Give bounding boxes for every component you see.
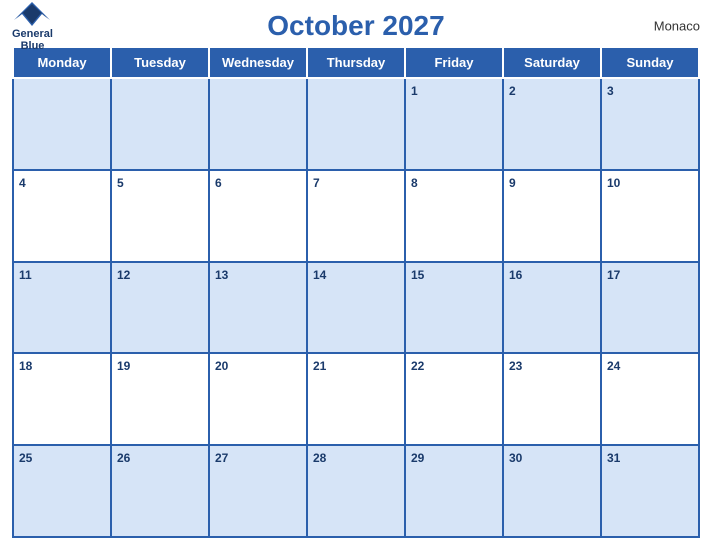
day-number: 15 [411,268,424,282]
calendar-day-cell: 15 [405,262,503,354]
calendar-table: Monday Tuesday Wednesday Thursday Friday… [12,46,700,538]
calendar-day-cell: 1 [405,78,503,170]
day-number: 3 [607,84,614,98]
day-number: 16 [509,268,522,282]
calendar-day-cell: 29 [405,445,503,537]
calendar-day-cell: 23 [503,353,601,445]
calendar-day-cell: 18 [13,353,111,445]
col-thursday: Thursday [307,47,405,78]
day-number: 28 [313,451,326,465]
day-number: 27 [215,451,228,465]
calendar-day-cell: 17 [601,262,699,354]
generalblue-logo: General Blue [12,0,53,52]
calendar-day-cell [209,78,307,170]
country-label: Monaco [654,19,700,34]
day-number: 4 [19,176,26,190]
day-number: 17 [607,268,620,282]
day-number: 9 [509,176,516,190]
calendar-header: General Blue October 2027 Monaco [12,10,700,42]
col-tuesday: Tuesday [111,47,209,78]
day-number: 21 [313,359,326,373]
weekday-header-row: Monday Tuesday Wednesday Thursday Friday… [13,47,699,78]
calendar-day-cell: 20 [209,353,307,445]
calendar-day-cell: 30 [503,445,601,537]
logo-line2: Blue [21,40,45,52]
day-number: 26 [117,451,130,465]
calendar-day-cell: 11 [13,262,111,354]
col-saturday: Saturday [503,47,601,78]
calendar-day-cell: 2 [503,78,601,170]
calendar-day-cell: 28 [307,445,405,537]
day-number: 10 [607,176,620,190]
calendar-day-cell: 5 [111,170,209,262]
calendar-week-row: 11 12 13 14 15 16 17 [13,262,699,354]
calendar-day-cell: 27 [209,445,307,537]
day-number: 24 [607,359,620,373]
calendar-day-cell: 8 [405,170,503,262]
col-sunday: Sunday [601,47,699,78]
day-number: 31 [607,451,620,465]
day-number: 6 [215,176,222,190]
day-number: 1 [411,84,418,98]
calendar-day-cell: 13 [209,262,307,354]
calendar-day-cell: 31 [601,445,699,537]
calendar-day-cell: 14 [307,262,405,354]
calendar-wrapper: General Blue October 2027 Monaco Monday … [0,0,712,550]
day-number: 13 [215,268,228,282]
day-number: 7 [313,176,320,190]
calendar-day-cell: 26 [111,445,209,537]
day-number: 18 [19,359,32,373]
calendar-day-cell: 3 [601,78,699,170]
calendar-day-cell: 24 [601,353,699,445]
calendar-day-cell: 12 [111,262,209,354]
day-number: 8 [411,176,418,190]
day-number: 29 [411,451,424,465]
calendar-week-row: 4 5 6 7 8 9 10 [13,170,699,262]
day-number: 5 [117,176,124,190]
calendar-day-cell: 16 [503,262,601,354]
calendar-day-cell: 22 [405,353,503,445]
calendar-day-cell: 10 [601,170,699,262]
calendar-day-cell [111,78,209,170]
calendar-week-row: 18 19 20 21 22 23 24 [13,353,699,445]
day-number: 23 [509,359,522,373]
day-number: 22 [411,359,424,373]
calendar-day-cell: 19 [111,353,209,445]
logo-line1: General [12,28,53,40]
calendar-day-cell [13,78,111,170]
calendar-day-cell [307,78,405,170]
day-number: 30 [509,451,522,465]
calendar-week-row: 1 2 3 [13,78,699,170]
col-wednesday: Wednesday [209,47,307,78]
calendar-day-cell: 9 [503,170,601,262]
col-friday: Friday [405,47,503,78]
calendar-day-cell: 25 [13,445,111,537]
calendar-day-cell: 4 [13,170,111,262]
calendar-week-row: 25 26 27 28 29 30 31 [13,445,699,537]
day-number: 2 [509,84,516,98]
day-number: 25 [19,451,32,465]
calendar-title: October 2027 [267,10,444,42]
day-number: 20 [215,359,228,373]
calendar-day-cell: 21 [307,353,405,445]
day-number: 12 [117,268,130,282]
calendar-day-cell: 6 [209,170,307,262]
day-number: 19 [117,359,130,373]
day-number: 11 [19,268,32,282]
calendar-day-cell: 7 [307,170,405,262]
day-number: 14 [313,268,326,282]
calendar-body: 1234567891011121314151617181920212223242… [13,78,699,537]
